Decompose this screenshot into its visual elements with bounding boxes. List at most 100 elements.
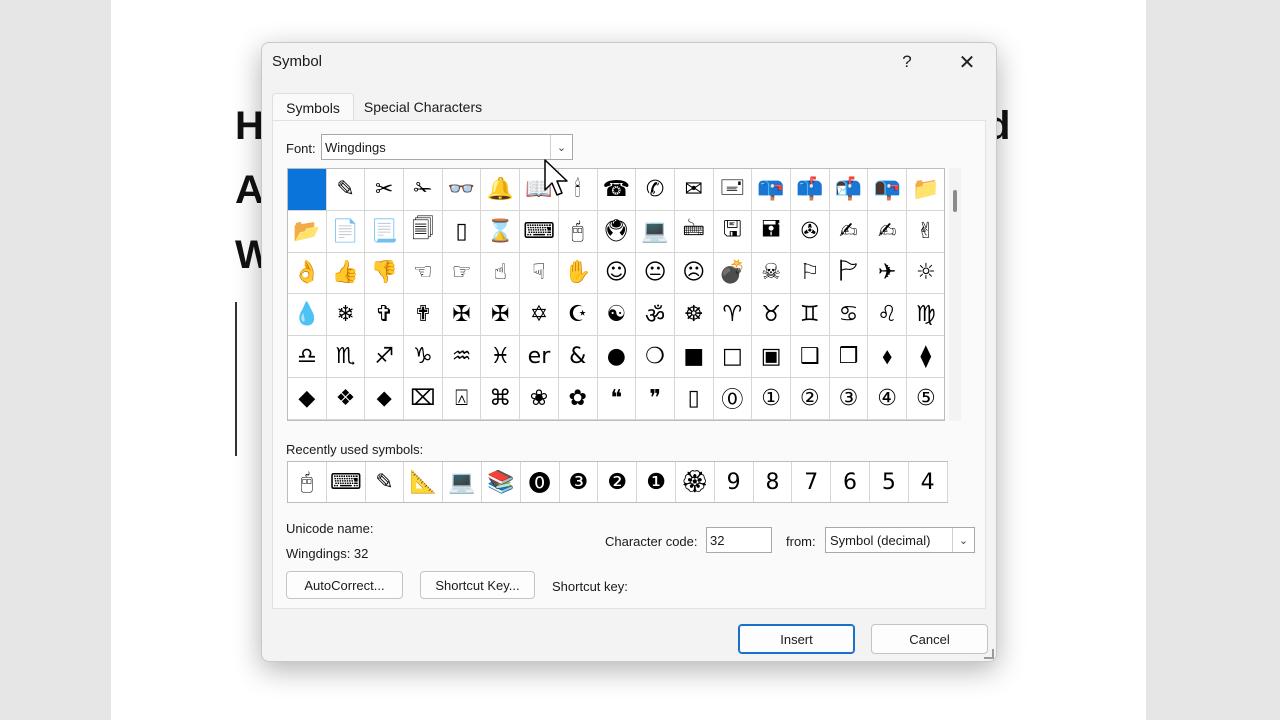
insert-button[interactable]: Insert: [738, 624, 855, 654]
symbol-cell[interactable]: ❞: [636, 377, 675, 420]
recent-symbol-cell[interactable]: ❶: [637, 462, 676, 502]
chevron-down-icon[interactable]: ⌄: [550, 135, 572, 159]
symbol-cell[interactable]: 🖲: [597, 210, 637, 253]
symbol-cell[interactable]: 💣: [713, 252, 753, 295]
recent-symbol-cell[interactable]: 7: [792, 462, 832, 502]
symbol-cell[interactable]: ☸: [674, 294, 714, 337]
symbol-cell[interactable]: ②: [790, 377, 830, 420]
recent-symbol-cell[interactable]: ❷: [598, 462, 638, 502]
symbol-cell[interactable]: 👌: [288, 252, 327, 295]
symbol-cell[interactable]: ●: [597, 336, 637, 378]
symbol-cell[interactable]: ♈: [713, 294, 753, 337]
character-code-input[interactable]: 32: [706, 527, 772, 553]
symbol-cell[interactable]: ☟: [520, 252, 559, 295]
symbol-cell[interactable]: ❝: [597, 377, 637, 420]
symbol-cell[interactable]: ⍓: [442, 377, 482, 420]
symbol-cell[interactable]: ⬧: [868, 336, 907, 378]
symbol-cell[interactable]: ✂: [365, 169, 405, 211]
symbol-cell[interactable]: ❀: [520, 377, 559, 420]
symbol-cell[interactable]: ✍: [829, 210, 869, 253]
recently-used-symbols[interactable]: 🖰 ⌨ ✎ 📐 💻 📚 ⓿ ❸ ❷ ❶ 🏵 9 8 7 6 5 4: [287, 461, 948, 503]
symbol-cell[interactable]: ④: [868, 377, 907, 420]
recent-symbol-cell[interactable]: 9: [715, 462, 754, 502]
symbol-cell[interactable]: 📁: [907, 169, 944, 211]
symbol-cell[interactable]: ■: [674, 336, 714, 378]
from-select[interactable]: Symbol (decimal) ⌄: [825, 527, 975, 553]
recent-symbol-cell[interactable]: ❸: [560, 462, 599, 502]
autocorrect-button[interactable]: AutoCorrect...: [286, 571, 403, 599]
symbol-cell[interactable]: ❄: [326, 294, 366, 337]
recent-symbol-cell[interactable]: 💻: [443, 462, 482, 502]
symbol-cell[interactable]: ▣: [752, 336, 791, 378]
symbol-cell[interactable]: ✿: [558, 377, 598, 420]
symbol-cell[interactable]: □: [713, 336, 753, 378]
symbol-cell[interactable]: ⌛: [481, 210, 521, 253]
symbol-cell[interactable]: ✡: [520, 294, 559, 337]
symbol-cell[interactable]: ☪: [558, 294, 598, 337]
symbol-cell[interactable]: 📂: [288, 210, 327, 253]
recent-symbol-cell[interactable]: ⌨: [327, 462, 366, 502]
symbol-grid-scrollbar[interactable]: [949, 168, 961, 421]
symbol-cell[interactable]: 📫: [790, 169, 830, 211]
cancel-button[interactable]: Cancel: [871, 624, 988, 654]
symbol-cell[interactable]: ♑: [404, 336, 443, 378]
symbol-cell[interactable]: ♍: [907, 294, 944, 337]
symbol-cell[interactable]: ◆: [288, 377, 327, 420]
tab-symbols[interactable]: Symbols: [272, 93, 354, 121]
symbol-cell[interactable]: ❖: [326, 377, 366, 420]
symbol-cell[interactable]: ❑: [790, 336, 830, 378]
symbol-cell[interactable]: 📃: [365, 210, 405, 253]
symbol-cell[interactable]: 🖫: [713, 210, 753, 253]
symbol-cell[interactable]: ♏: [326, 336, 366, 378]
symbol-grid[interactable]: ✎ ✂ ✁ 👓 🔔 📖 🕯 ☎ ✆ ✉ 🖃 📪 📫 📬 📭 📁 📂 📄 📃 🗐 ▯ ⌛ ⌨ 🖰 🖲 💻 🖮 🖫 🖬 ✇ ✍ ✍ ✌ 👌 👍 👎 ☜ ☞ ☝ ☟…: [287, 168, 945, 421]
symbol-cell[interactable]: 📄: [326, 210, 366, 253]
symbol-cell[interactable]: ⌨: [520, 210, 559, 253]
symbol-cell[interactable]: 🖬: [752, 210, 791, 253]
symbol-cell[interactable]: ▯: [442, 210, 482, 253]
tab-special-characters[interactable]: Special Characters: [360, 93, 486, 121]
symbol-cell[interactable]: ✆: [636, 169, 675, 211]
symbol-cell[interactable]: ⧫: [907, 336, 944, 378]
symbol-cell[interactable]: ✋: [558, 252, 598, 295]
symbol-cell[interactable]: 📭: [868, 169, 907, 211]
symbol-cell[interactable]: ♒: [442, 336, 482, 378]
symbol-cell[interactable]: ✌: [907, 211, 944, 253]
recent-symbol-cell[interactable]: 🖰: [288, 462, 327, 502]
symbol-cell[interactable]: ③: [829, 377, 869, 420]
symbol-cell[interactable]: ☎: [597, 169, 637, 211]
symbol-cell[interactable]: ☜: [404, 252, 443, 295]
symbol-cell[interactable]: ☠: [752, 252, 791, 295]
symbol-cell[interactable]: ⓪: [713, 377, 753, 420]
symbol-cell-selected[interactable]: [288, 169, 327, 211]
symbol-cell[interactable]: 👓: [442, 169, 482, 211]
symbol-cell[interactable]: ✉: [674, 169, 714, 211]
symbol-cell[interactable]: 😐: [636, 252, 675, 295]
resize-grip-icon[interactable]: [984, 649, 994, 659]
recent-symbol-cell[interactable]: 6: [831, 462, 870, 502]
symbol-cell[interactable]: ☹: [674, 252, 714, 295]
symbol-cell[interactable]: 💻: [636, 210, 675, 253]
recent-symbol-cell[interactable]: 4: [909, 462, 948, 502]
symbol-cell[interactable]: ♊: [790, 294, 830, 337]
symbol-cell[interactable]: ✁: [404, 169, 443, 211]
symbol-cell[interactable]: 📪: [752, 169, 791, 211]
symbol-cell[interactable]: er: [520, 336, 559, 378]
symbol-cell[interactable]: ✠: [442, 294, 482, 337]
recent-symbol-cell[interactable]: 📚: [482, 462, 521, 502]
chevron-down-icon[interactable]: ⌄: [952, 528, 974, 552]
symbol-cell[interactable]: 🔔: [481, 169, 521, 211]
recent-symbol-cell[interactable]: ⓿: [521, 462, 560, 502]
symbol-cell[interactable]: ♐: [365, 336, 405, 378]
recent-symbol-cell[interactable]: 5: [870, 462, 909, 502]
symbol-cell[interactable]: ①: [752, 377, 791, 420]
symbol-cell[interactable]: 👎: [365, 252, 405, 295]
recent-symbol-cell[interactable]: ✎: [366, 462, 405, 502]
help-button[interactable]: ?: [892, 49, 922, 75]
symbol-cell[interactable]: ♉: [752, 294, 791, 337]
symbol-cell[interactable]: ✠: [481, 294, 521, 337]
symbol-cell[interactable]: ⌘: [481, 377, 521, 420]
recent-symbol-cell[interactable]: 📐: [404, 462, 444, 502]
recent-symbol-cell[interactable]: 🏵: [676, 462, 715, 502]
symbol-cell[interactable]: ⑤: [907, 378, 944, 420]
symbol-cell[interactable]: &: [558, 336, 598, 378]
